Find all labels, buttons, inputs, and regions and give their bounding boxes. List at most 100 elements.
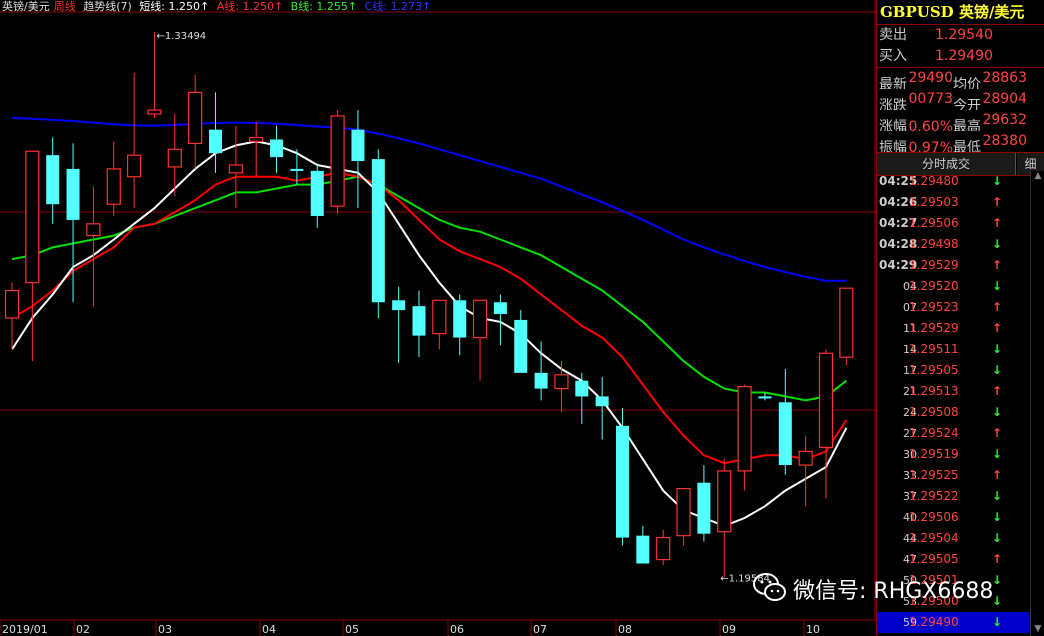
- legend-title: 英镑/美元: [2, 0, 50, 13]
- tick-row[interactable]: 07 1.29523 ↑: [877, 297, 1029, 318]
- tick-row[interactable]: 24 1.29508 ↓: [877, 402, 1029, 423]
- tick-row[interactable]: 04:26 1.29503 ↑: [877, 192, 1029, 213]
- high-label: 最高: [953, 119, 981, 131]
- tick-price: 1.29505: [909, 552, 959, 566]
- arrow-up-icon: ↑: [992, 468, 1003, 482]
- arrow-down-icon: ↓: [992, 615, 1003, 629]
- tick-row[interactable]: 04:25 1.29480 ↓: [877, 171, 1029, 192]
- wechat-icon: [753, 573, 786, 601]
- low-label: 最低: [953, 140, 981, 153]
- candle-body-32: [656, 537, 671, 561]
- candle-body-16: [330, 115, 345, 207]
- arrow-up-icon: ↑: [992, 321, 1003, 335]
- x-label-7: 08: [618, 623, 632, 636]
- tick-row[interactable]: 04:29 1.29529 ↑: [877, 255, 1029, 276]
- tick-row[interactable]: 11 1.29529 ↑: [877, 318, 1029, 339]
- chart-area[interactable]: ←1.33494 ←1.19584 2019/01 02 03 04 05 06 07 08 09 1…: [0, 0, 876, 636]
- tick-row[interactable]: 17 1.29505 ↓: [877, 360, 1029, 381]
- tick-price: 1.29490: [909, 615, 959, 629]
- legend-period[interactable]: 周线: [54, 0, 76, 13]
- tick-row[interactable]: 14 1.29511 ↓: [877, 339, 1029, 360]
- scroll-up-icon[interactable]: ▲: [1031, 171, 1044, 183]
- tick-scrollbar[interactable]: ▲ ▼: [1030, 171, 1044, 636]
- tick-price: 1.29522: [909, 489, 959, 503]
- candle-body-18: [371, 159, 385, 303]
- arrow-up-icon: ↑: [992, 195, 1003, 209]
- tick-row[interactable]: 37 1.29522 ↓: [877, 486, 1029, 507]
- sell-label: 卖出: [879, 27, 907, 43]
- symbol: GBPUSD: [880, 3, 954, 21]
- x-label-4: 05: [345, 623, 359, 636]
- last-row: 最新1.29490均价1.28863: [877, 68, 1044, 89]
- candle-body-2: [46, 155, 60, 205]
- tick-row[interactable]: 27 1.29524 ↑: [877, 423, 1029, 444]
- tick-row[interactable]: 04:28 1.29498 ↓: [877, 234, 1029, 255]
- candle-body-5: [106, 168, 121, 205]
- series-short-line: [11, 140, 848, 527]
- arrow-down-icon: ↓: [992, 594, 1003, 608]
- sell-value: 1.29540: [935, 27, 993, 43]
- legend-c: C线: 1.273↑: [364, 0, 432, 13]
- candle-body-10: [209, 129, 222, 154]
- candlestick-chart[interactable]: ←1.33494←1.195842019/01 02 03 04 05 06 07 08 09 1…: [0, 0, 876, 636]
- candle-body-3: [66, 168, 80, 220]
- low-value: 1.28380: [981, 133, 1027, 149]
- candle-body-23: [472, 299, 488, 339]
- series-b-line: [11, 175, 848, 402]
- tick-row[interactable]: 21 1.29513 ↑: [877, 381, 1029, 402]
- tick-price: 1.29523: [909, 300, 959, 314]
- arrow-down-icon: ↓: [992, 237, 1003, 251]
- symbol-name: 英镑/美元: [958, 3, 1025, 21]
- candle-body-17: [351, 129, 365, 162]
- arrow-down-icon: ↓: [992, 573, 1003, 587]
- arrow-up-icon: ↑: [992, 384, 1003, 398]
- legend-a: A线: 1.250↑: [216, 0, 284, 13]
- candle-body-24: [493, 302, 507, 315]
- last-value: 1.29490: [907, 70, 953, 86]
- candle-body-11: [228, 164, 243, 174]
- arrow-down-icon: ↓: [992, 279, 1003, 293]
- series-a-line: [11, 171, 848, 465]
- arrow-down-icon: ↓: [992, 447, 1003, 461]
- tick-row[interactable]: 47 1.29505 ↑: [877, 549, 1029, 570]
- candle-body-0: [4, 289, 20, 319]
- sell-row: 卖出 1.29540: [877, 25, 1044, 46]
- tick-row[interactable]: 04 1.29520 ↓: [877, 276, 1029, 297]
- candle-body-9: [188, 91, 203, 145]
- legend-indicator: 趋势线(7): [83, 0, 132, 13]
- arrow-down-icon: ↓: [992, 531, 1003, 545]
- candle-body-36: [737, 386, 752, 472]
- arrow-up-icon: ↑: [992, 300, 1003, 314]
- tick-price: 1.29511: [909, 342, 959, 356]
- chart-legend: 英镑/美元 周线 趋势线(7) 短线: 1.250↑ A线: 1.250↑ B线:…: [2, 0, 435, 14]
- candle-body-20: [412, 306, 426, 336]
- tick-price: 1.29519: [909, 447, 959, 461]
- scroll-down-icon[interactable]: ▼: [1031, 624, 1044, 636]
- arrow-up-icon: ↑: [992, 426, 1003, 440]
- candle-body-22: [453, 300, 467, 338]
- last-label: 最新: [879, 77, 907, 89]
- watermark: 微信号: RHGX6688: [793, 579, 994, 604]
- tick-price: 1.29520: [909, 279, 959, 293]
- tick-row[interactable]: 40 1.29506 ↓: [877, 507, 1029, 528]
- tick-row[interactable]: 59 1.29490 ↓: [877, 612, 1029, 633]
- arrow-down-icon: ↓: [992, 510, 1003, 524]
- tick-price: 1.29524: [909, 426, 959, 440]
- tick-row[interactable]: 30 1.29519 ↓: [877, 444, 1029, 465]
- arrow-up-icon: ↑: [992, 216, 1003, 230]
- candle-body-29: [595, 396, 609, 407]
- tick-price: 1.29498: [909, 237, 959, 251]
- tick-price: 1.29529: [909, 258, 959, 272]
- tick-row[interactable]: 44 1.29504 ↓: [877, 528, 1029, 549]
- high-value: 1.29632: [981, 112, 1027, 128]
- avg-value: 1.28863: [981, 70, 1027, 86]
- quote-header: GBPUSD 英镑/美元: [877, 0, 1044, 25]
- chg-value: 0.00773: [907, 91, 953, 107]
- tick-row[interactable]: 04:27 1.29506 ↑: [877, 213, 1029, 234]
- candle-body-15: [310, 170, 324, 216]
- x-label-9: 10: [806, 623, 820, 636]
- tick-row[interactable]: 33 1.29525 ↑: [877, 465, 1029, 486]
- x-label-8: 09: [722, 623, 736, 636]
- chg-label: 涨跌: [879, 98, 907, 110]
- x-label-2: 03: [158, 623, 172, 636]
